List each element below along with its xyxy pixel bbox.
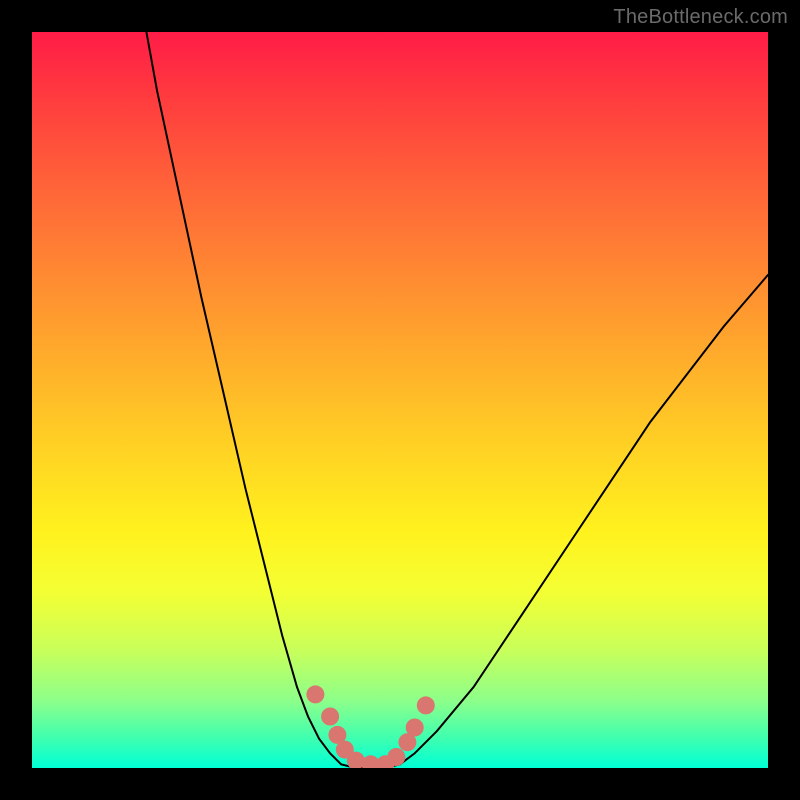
highlight-dot xyxy=(387,748,405,766)
curve-layer xyxy=(142,32,768,768)
bottleneck-curve xyxy=(142,32,768,768)
chart-svg xyxy=(32,32,768,768)
highlight-dot xyxy=(306,685,324,703)
highlight-dot xyxy=(417,696,435,714)
highlight-markers xyxy=(306,685,434,768)
chart-plot-area xyxy=(32,32,768,768)
watermark-text: TheBottleneck.com xyxy=(613,6,788,29)
highlight-dot xyxy=(321,708,339,726)
highlight-dot xyxy=(406,719,424,737)
